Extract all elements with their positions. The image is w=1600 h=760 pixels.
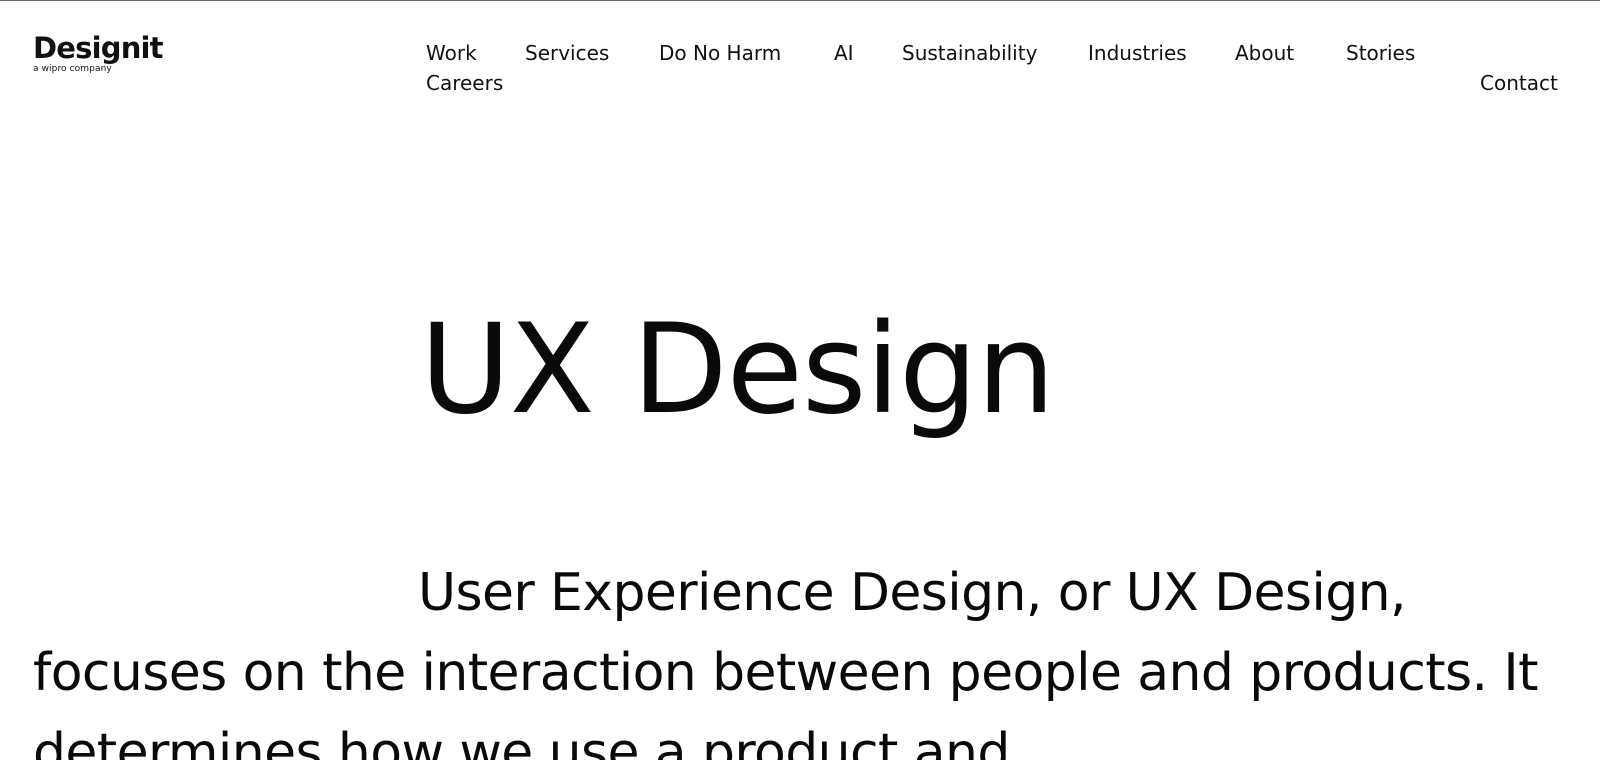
logo-tagline: a wipro company xyxy=(33,64,112,74)
nav-careers[interactable]: Careers xyxy=(426,70,503,96)
intro-paragraph: User Experience Design, or UX Design, fo… xyxy=(33,563,1539,760)
nav-services[interactable]: Services xyxy=(525,40,609,66)
nav-about[interactable]: About xyxy=(1235,40,1294,66)
nav-industries[interactable]: Industries xyxy=(1088,40,1187,66)
nav-ai[interactable]: AI xyxy=(834,40,854,66)
page-title: UX Design xyxy=(420,298,1055,442)
logo-wordmark: Designit xyxy=(33,31,164,65)
nav-stories[interactable]: Stories xyxy=(1346,40,1415,66)
nav-do-no-harm[interactable]: Do No Harm xyxy=(659,40,781,66)
designit-logo[interactable]: Designit a wipro company xyxy=(33,31,164,74)
nav-contact[interactable]: Contact xyxy=(1480,70,1558,96)
nav-sustainability[interactable]: Sustainability xyxy=(902,40,1037,66)
nav-work[interactable]: Work xyxy=(426,40,477,66)
page: Designit a wipro company Work Services D… xyxy=(0,0,1600,760)
